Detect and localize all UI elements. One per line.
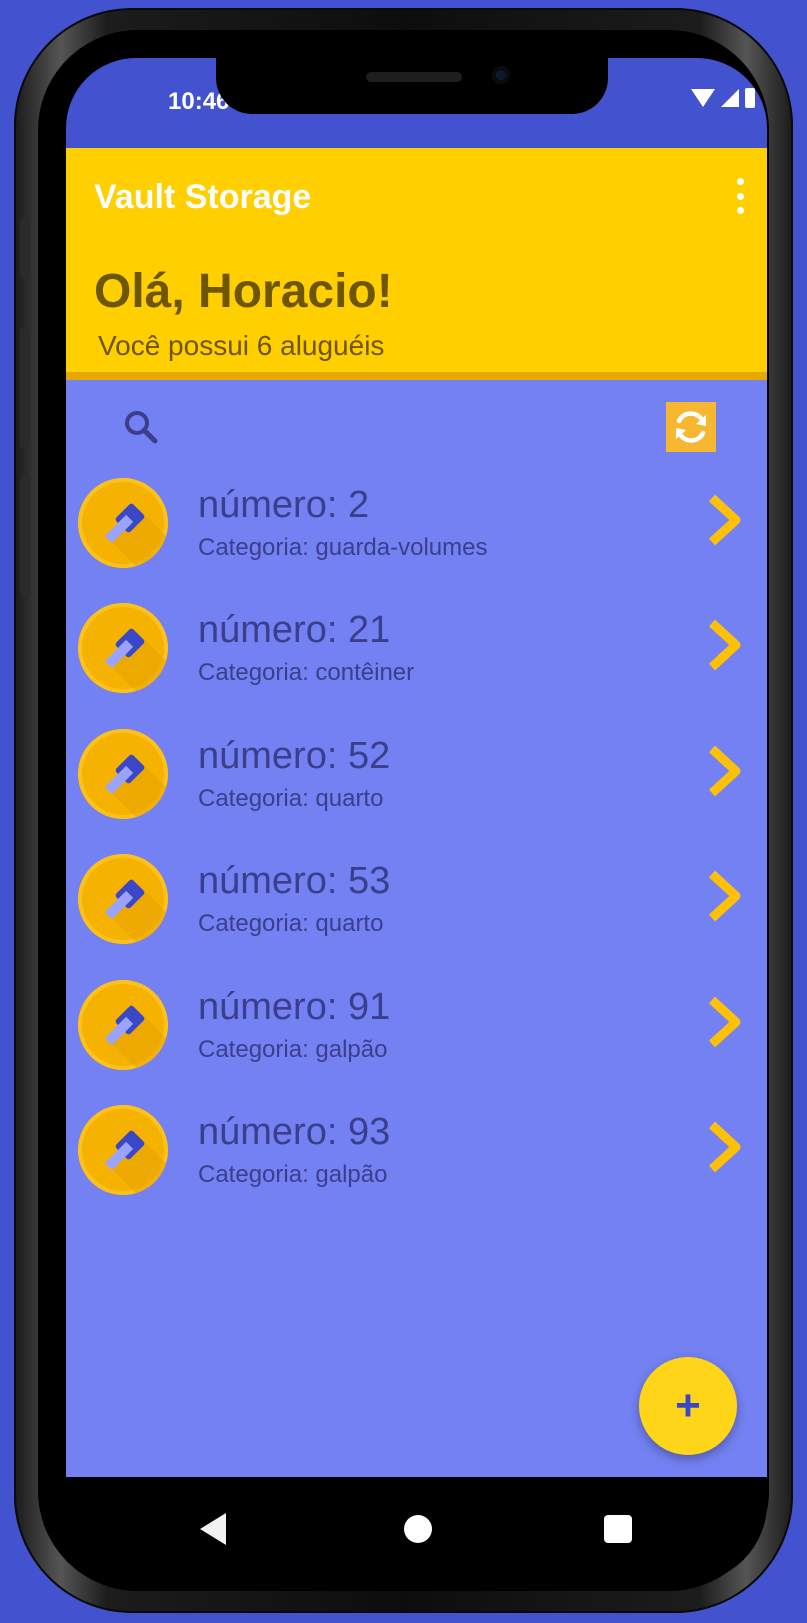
phone-screen: 10:46 Vault Storage Olá, Horacio! Você p… xyxy=(66,58,767,1583)
key-icon xyxy=(78,603,168,694)
recents-icon[interactable] xyxy=(604,1515,632,1543)
rental-list-item[interactable]: número: 52 Categoria: quarto xyxy=(66,713,767,838)
chevron-right-icon[interactable] xyxy=(706,1119,746,1175)
more-vert-icon[interactable] xyxy=(733,178,747,214)
rental-list-item[interactable]: número: 21 Categoria: contêiner xyxy=(66,587,767,712)
status-icons xyxy=(691,88,755,108)
chevron-right-icon[interactable] xyxy=(706,492,746,548)
key-icon xyxy=(78,728,168,819)
rental-category: Categoria: quarto xyxy=(198,784,384,812)
phone-side-button xyxy=(20,476,30,596)
greeting-header: Olá, Horacio! Você possui 6 aluguéis xyxy=(66,244,767,380)
phone-side-button xyxy=(20,328,30,448)
rental-count-subtitle: Você possui 6 aluguéis xyxy=(98,330,385,361)
phone-side-button xyxy=(20,218,30,278)
chevron-right-icon[interactable] xyxy=(706,994,746,1050)
back-icon[interactable] xyxy=(200,1513,226,1545)
rental-list-item[interactable]: número: 91 Categoria: galpão xyxy=(66,964,767,1089)
rental-number: número: 93 xyxy=(198,1110,391,1153)
chevron-right-icon[interactable] xyxy=(706,868,746,924)
front-camera xyxy=(492,66,510,84)
rental-category: Categoria: galpão xyxy=(198,1035,388,1063)
wifi-icon xyxy=(691,89,715,107)
chevron-right-icon[interactable] xyxy=(706,617,746,673)
notch xyxy=(216,58,608,114)
rental-category: Categoria: contêiner xyxy=(198,659,415,687)
greeting-title: Olá, Horacio! xyxy=(94,265,393,318)
rental-number: número: 21 xyxy=(198,609,391,652)
android-nav-bar xyxy=(66,1477,767,1583)
rental-list-item[interactable]: número: 2 Categoria: guarda-volumes xyxy=(66,462,767,587)
rental-category: Categoria: guarda-volumes xyxy=(198,534,488,561)
rental-category: Categoria: quarto xyxy=(198,910,384,938)
rental-number: número: 91 xyxy=(198,985,391,1028)
add-rental-button[interactable]: + xyxy=(639,1357,737,1455)
rental-number: número: 53 xyxy=(198,860,391,903)
app-title: Vault Storage xyxy=(94,178,312,216)
key-icon xyxy=(78,1104,168,1195)
rental-list: número: 2 Categoria: guarda-volumes núme… xyxy=(66,462,767,1214)
chevron-right-icon[interactable] xyxy=(706,743,746,799)
speaker xyxy=(366,72,462,82)
home-icon[interactable] xyxy=(404,1515,432,1543)
rental-number: número: 52 xyxy=(198,734,391,777)
rental-list-item[interactable]: número: 93 Categoria: galpão xyxy=(66,1089,767,1214)
signal-icon xyxy=(721,89,739,107)
search-icon[interactable] xyxy=(122,408,162,448)
rental-category: Categoria: galpão xyxy=(198,1160,388,1188)
status-bar: 10:46 xyxy=(66,58,767,148)
rental-number: número: 2 xyxy=(198,484,370,526)
refresh-button[interactable] xyxy=(666,402,716,452)
rental-list-item[interactable]: número: 53 Categoria: quarto xyxy=(66,838,767,963)
key-icon xyxy=(78,979,168,1070)
key-icon xyxy=(78,478,168,568)
refresh-icon xyxy=(676,411,706,443)
rental-list-panel: número: 2 Categoria: guarda-volumes núme… xyxy=(66,380,767,1477)
app-bar: Vault Storage xyxy=(66,148,767,244)
key-icon xyxy=(78,854,168,945)
battery-icon xyxy=(745,88,755,108)
